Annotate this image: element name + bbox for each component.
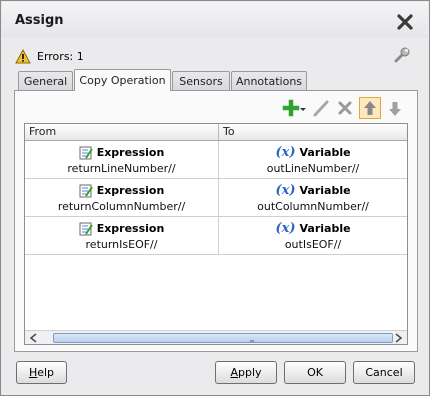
move-down-icon[interactable] [384,97,406,119]
move-up-icon [364,101,376,115]
move-up-button[interactable] [359,97,381,119]
assign-dialog: Assign Errors: 1 General Copy Operation … [0,0,430,396]
apply-label: pply [238,366,262,379]
to-path: outLineNumber// [266,162,360,175]
title-bar: Assign [2,2,428,38]
help-label: elp [37,366,55,379]
tab-general[interactable]: General [18,71,73,91]
apply-button[interactable]: Apply [215,361,277,384]
close-icon[interactable] [396,13,414,31]
ok-label: OK [307,366,323,379]
scrollbar-grip [250,340,254,342]
add-icon[interactable] [281,97,309,119]
column-header-from[interactable]: From [25,124,218,140]
to-kind: Variable [299,222,351,235]
copy-rules-table: From To Expression returnLineNumber// (x… [24,123,408,345]
expression-icon [79,222,93,235]
errors-label: Errors: 1 [37,49,84,63]
variable-icon: (x) [275,145,296,160]
to-kind: Variable [299,146,351,159]
edit-pencil-icon[interactable] [310,97,332,119]
scroll-left-icon[interactable] [27,332,41,344]
from-kind: Expression [96,222,165,235]
delete-icon[interactable] [334,97,356,119]
scrollbar-thumb[interactable] [53,333,393,343]
warning-icon [15,48,31,63]
from-kind: Expression [96,146,165,159]
help-button[interactable]: Help [16,361,67,384]
to-path: outIsEOF// [284,238,342,251]
table-row[interactable]: Expression returnColumnNumber// (x) Vari… [25,179,407,217]
horizontal-scrollbar[interactable] [25,330,407,344]
to-cell[interactable]: (x) Variable outLineNumber// [218,141,407,178]
from-path: returnLineNumber// [67,162,176,175]
from-cell[interactable]: Expression returnIsEOF// [25,217,218,254]
variable-icon: (x) [275,221,296,236]
from-kind: Expression [96,184,165,197]
from-cell[interactable]: Expression returnLineNumber// [25,141,218,178]
errors-indicator: Errors: 1 [15,47,84,65]
table-header: From To [25,124,407,141]
cancel-label: Cancel [365,366,403,379]
ok-button[interactable]: OK [284,361,346,384]
apply-mnemonic: A [230,366,238,379]
wrench-icon[interactable] [392,45,412,65]
to-path: outColumnNumber// [257,200,369,213]
variable-icon: (x) [275,183,296,198]
to-kind: Variable [299,184,351,197]
from-cell[interactable]: Expression returnColumnNumber// [25,179,218,216]
column-header-to[interactable]: To [218,124,407,140]
tab-annotations[interactable]: Annotations [231,71,307,91]
table-row[interactable]: Expression returnLineNumber// (x) Variab… [25,141,407,179]
dialog-title: Assign [15,13,64,28]
tab-sensors[interactable]: Sensors [172,71,230,91]
expression-icon [79,184,93,197]
from-path: returnColumnNumber// [57,200,186,213]
help-mnemonic: H [28,366,38,379]
tab-copy-operation[interactable]: Copy Operation [74,69,171,91]
table-row[interactable]: Expression returnIsEOF// (x) Variable ou… [25,217,407,255]
from-path: returnIsEOF// [85,238,158,251]
scroll-right-icon[interactable] [391,332,405,344]
cancel-button[interactable]: Cancel [353,361,415,384]
to-cell[interactable]: (x) Variable outColumnNumber// [218,179,407,216]
to-cell[interactable]: (x) Variable outIsEOF// [218,217,407,254]
expression-icon [79,146,93,159]
